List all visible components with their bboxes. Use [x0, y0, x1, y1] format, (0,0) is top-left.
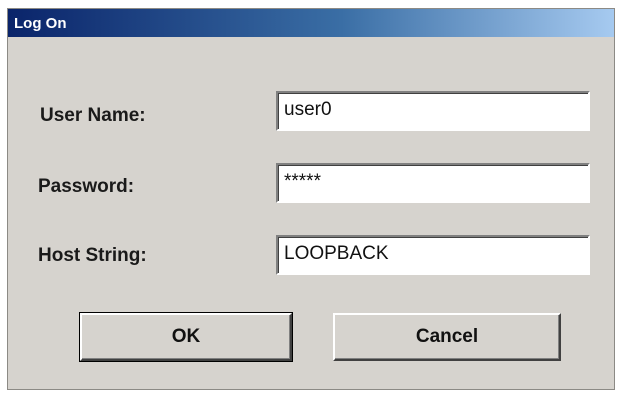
title-bar[interactable]: Log On: [8, 9, 614, 37]
password-label: Password:: [38, 176, 135, 197]
username-label: User Name:: [40, 105, 146, 126]
password-field[interactable]: *****: [276, 163, 590, 203]
ok-button[interactable]: OK: [79, 312, 293, 362]
host-string-field[interactable]: LOOPBACK: [276, 235, 590, 275]
log-on-dialog: Log On User Name: user0 Password: ***** …: [7, 8, 615, 390]
host-string-label: Host String:: [38, 245, 147, 266]
window-title: Log On: [14, 15, 67, 32]
username-field[interactable]: user0: [276, 91, 590, 131]
cancel-button[interactable]: Cancel: [333, 313, 561, 361]
